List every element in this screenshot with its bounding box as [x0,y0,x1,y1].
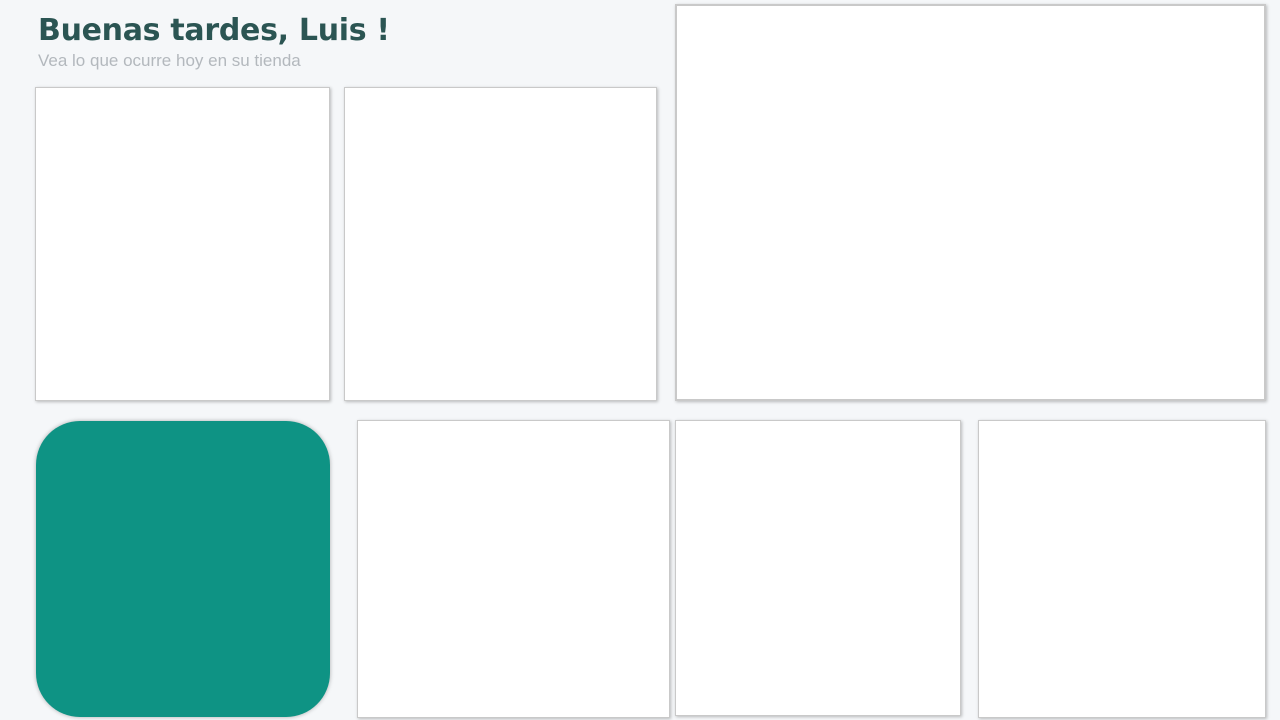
page-subtitle: Vea lo que ocurre hoy en su tienda [38,51,301,70]
accent-tile[interactable] [36,421,330,717]
dashboard-card-top-left [35,87,330,401]
dashboard-card-top-middle [344,87,657,401]
dashboard-card-bottom-2 [357,420,670,718]
dashboard-card-top-right [675,4,1266,401]
dashboard-card-bottom-3 [675,420,961,716]
page-header: Buenas tardes, Luis ! Vea lo que ocurre … [38,12,390,72]
dashboard-card-bottom-4 [978,420,1266,718]
page-title: Buenas tardes, Luis ! [38,13,390,48]
